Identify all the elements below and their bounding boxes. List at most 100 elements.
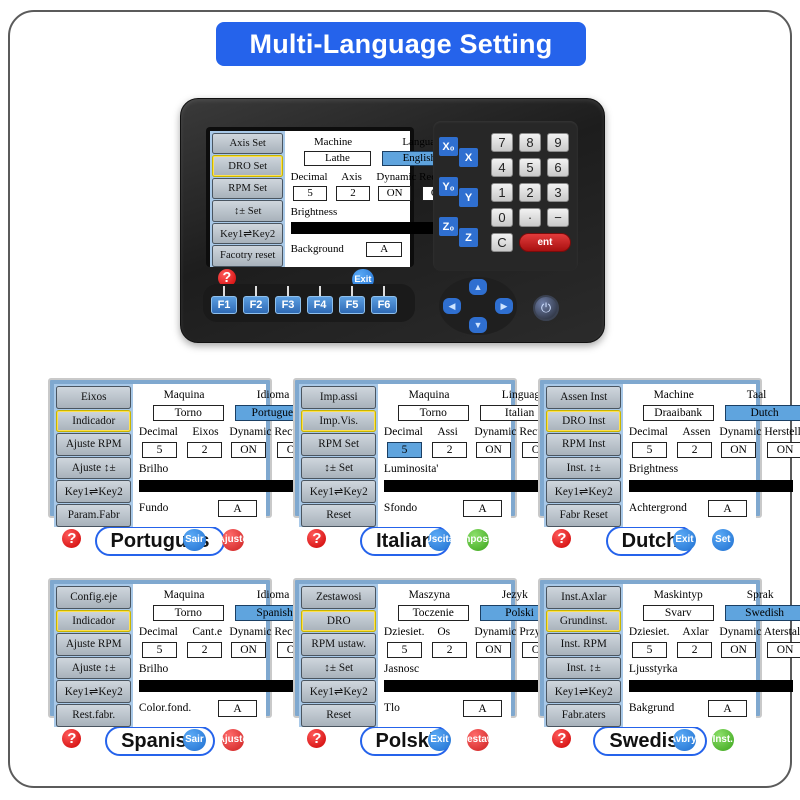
dynamic-toggle-1[interactable]: ON [720,641,757,658]
footer-button-exit[interactable]: Exit [428,728,451,752]
dynamic-toggle-2[interactable]: ON [767,441,800,458]
dpad-left-button[interactable]: ◀ [443,298,461,314]
footer-button-inst[interactable]: Inst. [711,728,735,752]
sidebar-item-rpm-set[interactable]: RPM Set [301,433,377,456]
machine-field[interactable]: Lathe [303,150,372,167]
sidebar-item-axis-set[interactable]: Axis Set [212,133,284,155]
axis-key-z-5[interactable]: Z [459,228,478,247]
brightness-slider[interactable] [628,479,794,493]
dynamic-toggle-1[interactable]: ON [475,641,512,658]
machine-field[interactable]: Draaibank [642,404,714,421]
dpad-up-button[interactable]: ▲ [469,279,487,295]
sidebar-item-rest-fabr[interactable]: Rest.fabr. [56,703,132,727]
sidebar-item-key1-key2[interactable]: Key1⇌Key2 [301,680,377,703]
brightness-slider[interactable] [138,679,304,693]
function-key-f1[interactable]: F1 [211,296,237,314]
decimal-field[interactable]: 5 [141,441,178,458]
background-field[interactable]: A [708,700,747,717]
footer-button-imposta[interactable]: Imposta [466,528,490,552]
sidebar-item-key1-key2[interactable]: Key1⇌Key2 [56,480,132,503]
footer-button-sair[interactable]: Sair [183,728,206,752]
power-button[interactable]: ⏻ [533,295,559,321]
sidebar-item-fabr-reset[interactable]: Fabr Reset [546,503,622,527]
sidebar-item-dro-inst[interactable]: DRO Inst [546,409,622,433]
sidebar-item-inst[interactable]: Inst. ↕± [546,656,622,680]
machine-field[interactable]: Svarv [642,604,714,621]
brightness-slider[interactable] [628,679,794,693]
sidebar-item-indicador[interactable]: Indicador [56,609,132,633]
num-key-11[interactable]: − [547,208,569,227]
decimal-field[interactable]: 5 [293,185,327,202]
sidebar-item-key1-key2[interactable]: Key1⇌Key2 [546,680,622,703]
sidebar-item-imp-vis[interactable]: Imp.Vis. [301,409,377,433]
sidebar-item-key1-key2[interactable]: Key1⇌Key2 [212,222,284,245]
sidebar-item-inst[interactable]: Inst. ↕± [546,456,622,480]
axis-field[interactable]: 2 [431,441,468,458]
machine-field[interactable]: Torno [397,404,469,421]
machine-field[interactable]: Toczenie [397,604,469,621]
sidebar-item-ajuste[interactable]: Ajuste ↕± [56,456,132,480]
num-key-4[interactable]: 5 [519,158,541,177]
sidebar-item-set[interactable]: ↕± Set [301,456,377,480]
sidebar-item-inst-rpm[interactable]: Inst. RPM [546,633,622,656]
background-field[interactable]: A [463,500,502,517]
footer-button-exit[interactable]: Exit [673,528,696,552]
decimal-field[interactable]: 5 [386,641,423,658]
footer-button-ajuste[interactable]: Ajuste [221,728,245,752]
sidebar-item-zestawosi[interactable]: Zestawosi [301,586,377,609]
sidebar-item-ajuste[interactable]: Ajuste ↕± [56,656,132,680]
footer-button-uscita[interactable]: Uscita [428,528,451,552]
brightness-slider[interactable] [290,222,447,234]
sidebar-item-rpm-ustaw[interactable]: RPM ustaw. [301,633,377,656]
decimal-field[interactable]: 5 [631,441,668,458]
axis-key-x-1[interactable]: X [459,148,478,167]
axis-key-z-4[interactable]: Z₀ [439,217,458,236]
function-key-f6[interactable]: F6 [371,296,397,314]
sidebar-item-set[interactable]: ↕± Set [212,200,284,222]
decimal-field[interactable]: 5 [141,641,178,658]
background-field[interactable]: A [365,241,403,258]
background-field[interactable]: A [463,700,502,717]
num-key-6[interactable]: 1 [491,183,513,202]
sidebar-item-indicador[interactable]: Indicador [56,409,132,433]
sidebar-item-param-fabr[interactable]: Param.Fabr [56,503,132,527]
axis-key-x-0[interactable]: X₀ [439,137,458,156]
footer-button-sair[interactable]: Sair [183,528,206,552]
background-field[interactable]: A [218,500,257,517]
dynamic-toggle-1[interactable]: ON [377,185,412,202]
sidebar-item-config-eje[interactable]: Config.eje [56,586,132,609]
sidebar-item-reset[interactable]: Reset [301,703,377,727]
axis-field[interactable]: 2 [676,441,713,458]
enter-key[interactable]: ent [519,233,571,252]
decimal-field[interactable]: 5 [386,441,423,458]
axis-field[interactable]: 2 [431,641,468,658]
language-field[interactable]: Dutch [724,404,800,421]
brightness-slider[interactable] [383,479,549,493]
sidebar-item-ajuste-rpm[interactable]: Ajuste RPM [56,633,132,656]
sidebar-item-set[interactable]: ↕± Set [301,656,377,680]
num-key-0[interactable]: 7 [491,133,513,152]
axis-field[interactable]: 2 [336,185,370,202]
axis-key-y-3[interactable]: Y [459,188,478,207]
axis-field[interactable]: 2 [186,441,223,458]
function-key-f5[interactable]: F5 [339,296,365,314]
sidebar-item-key1-key2[interactable]: Key1⇌Key2 [56,680,132,703]
machine-field[interactable]: Torno [152,604,224,621]
dynamic-toggle-2[interactable]: ON [767,641,800,658]
background-field[interactable]: A [708,500,747,517]
num-key-10[interactable]: · [519,208,541,227]
num-key-8[interactable]: 3 [547,183,569,202]
sidebar-item-rpm-inst[interactable]: RPM Inst [546,433,622,456]
sidebar-item-eixos[interactable]: Eixos [56,386,132,409]
dynamic-toggle-1[interactable]: ON [475,441,512,458]
footer-button-ajuste[interactable]: Ajuste [221,528,245,552]
function-key-f4[interactable]: F4 [307,296,333,314]
sidebar-item-grundinst[interactable]: Grundinst. [546,609,622,633]
axis-field[interactable]: 2 [676,641,713,658]
language-field[interactable]: Swedish [724,604,800,621]
brightness-slider[interactable] [138,479,304,493]
footer-button-set[interactable]: Set [711,528,735,552]
sidebar-item-reset[interactable]: Reset [301,503,377,527]
brightness-slider[interactable] [383,679,549,693]
footer-button-zestaw[interactable]: Zestaw [466,728,490,752]
